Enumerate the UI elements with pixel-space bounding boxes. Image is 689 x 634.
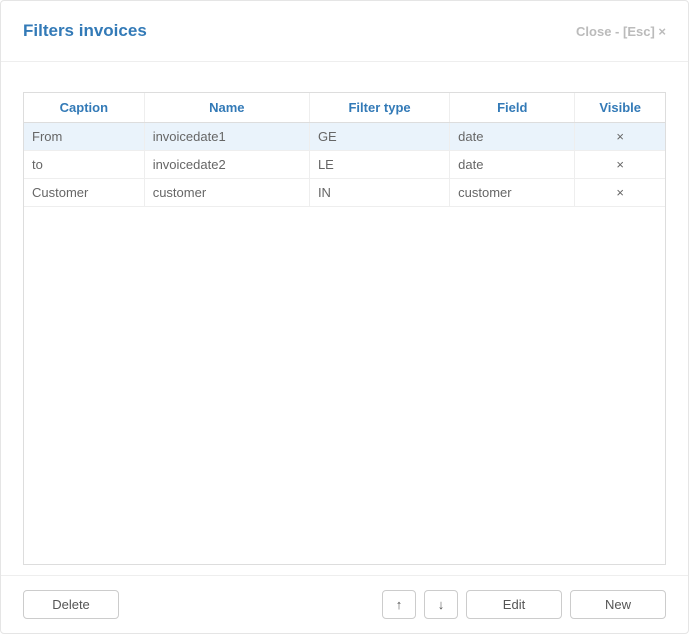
edit-button[interactable]: Edit <box>466 590 562 619</box>
table-row[interactable]: Frominvoicedate1GEdate× <box>24 123 665 151</box>
dialog-header: Filters invoices Close - [Esc] × <box>1 1 688 62</box>
new-button[interactable]: New <box>570 590 666 619</box>
move-down-button[interactable]: ↓ <box>424 590 458 619</box>
col-caption[interactable]: Caption <box>24 93 144 123</box>
dialog-body: Caption Name Filter type Field Visible F… <box>1 62 688 575</box>
cell-visible: × <box>575 179 665 207</box>
cell-field: date <box>450 151 575 179</box>
cell-filter-type: GE <box>309 123 449 151</box>
close-button[interactable]: Close - [Esc] × <box>576 24 666 39</box>
cell-field: date <box>450 123 575 151</box>
cell-filter-type: IN <box>309 179 449 207</box>
table-row[interactable]: toinvoicedate2LEdate× <box>24 151 665 179</box>
cell-field: customer <box>450 179 575 207</box>
dialog-footer: Delete ↑ ↓ Edit New <box>1 575 688 633</box>
table-empty-space <box>24 207 665 564</box>
cell-visible: × <box>575 123 665 151</box>
cell-caption: to <box>24 151 144 179</box>
filters-dialog: Filters invoices Close - [Esc] × Caption… <box>0 0 689 634</box>
filters-table-container: Caption Name Filter type Field Visible F… <box>23 92 666 565</box>
cell-name: customer <box>144 179 309 207</box>
table-row[interactable]: CustomercustomerINcustomer× <box>24 179 665 207</box>
dialog-title: Filters invoices <box>23 21 147 41</box>
arrow-up-icon: ↑ <box>396 597 403 612</box>
cell-caption: From <box>24 123 144 151</box>
col-name[interactable]: Name <box>144 93 309 123</box>
col-visible[interactable]: Visible <box>575 93 665 123</box>
col-field[interactable]: Field <box>450 93 575 123</box>
move-up-button[interactable]: ↑ <box>382 590 416 619</box>
delete-button[interactable]: Delete <box>23 590 119 619</box>
cell-visible: × <box>575 151 665 179</box>
cell-name: invoicedate1 <box>144 123 309 151</box>
table-header-row: Caption Name Filter type Field Visible <box>24 93 665 123</box>
cell-caption: Customer <box>24 179 144 207</box>
col-filter-type[interactable]: Filter type <box>309 93 449 123</box>
cell-filter-type: LE <box>309 151 449 179</box>
filters-table: Caption Name Filter type Field Visible F… <box>24 93 665 207</box>
arrow-down-icon: ↓ <box>438 597 445 612</box>
cell-name: invoicedate2 <box>144 151 309 179</box>
